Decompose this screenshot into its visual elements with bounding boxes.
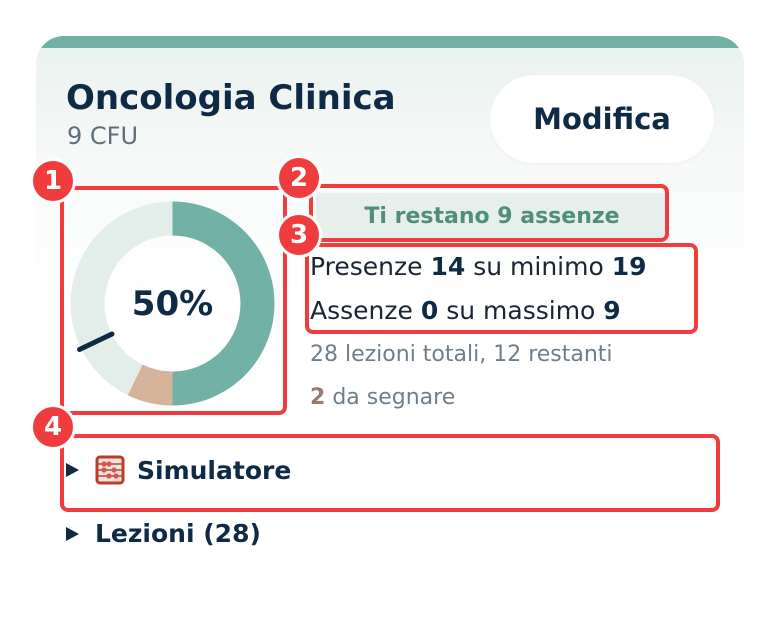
simulator-label: Simulatore	[137, 455, 292, 485]
course-credits: 9 CFU	[67, 122, 139, 150]
absence-mid: su massimo	[446, 296, 596, 325]
simulator-toggle[interactable]: Simulatore	[66, 455, 291, 485]
pending-count: 2	[310, 385, 326, 410]
course-card: Oncologia Clinica 9 CFU Modifica 50% Ti …	[36, 36, 744, 594]
attendance-donut: 50%	[70, 201, 275, 406]
course-title: Oncologia Clinica	[66, 78, 396, 118]
abacus-icon	[95, 455, 125, 485]
lessons-toggle[interactable]: Lezioni (28)	[66, 519, 261, 548]
disclosure-triangle-icon	[66, 463, 79, 477]
presence-mid: su minimo	[473, 252, 604, 281]
annotation-badge-3: 3	[276, 212, 322, 258]
presence-prefix: Presenze	[310, 252, 423, 281]
pending-suffix: da segnare	[332, 385, 456, 410]
absence-count: 0	[420, 296, 439, 325]
presence-min: 19	[611, 252, 647, 281]
absence-max: 9	[603, 296, 621, 325]
presence-count: 14	[430, 252, 466, 281]
annotation-badge-1: 1	[30, 158, 76, 204]
card-accent-bar	[36, 36, 744, 48]
presence-line: Presenze 14 su minimo 19	[310, 252, 647, 281]
absence-prefix: Assenze	[310, 296, 413, 325]
remaining-absences-badge: Ti restano 9 assenze	[316, 193, 668, 239]
lessons-summary: 28 lezioni totali, 12 restanti	[310, 342, 613, 367]
annotation-badge-2: 2	[276, 155, 322, 201]
pending-line: 2 da segnare	[310, 385, 455, 410]
annotation-badge-4: 4	[30, 404, 76, 450]
absence-line: Assenze 0 su massimo 9	[310, 296, 621, 325]
attendance-percent: 50%	[131, 283, 214, 324]
lessons-label: Lezioni (28)	[95, 519, 261, 548]
disclosure-triangle-icon	[66, 526, 79, 541]
edit-button[interactable]: Modifica	[490, 75, 714, 163]
